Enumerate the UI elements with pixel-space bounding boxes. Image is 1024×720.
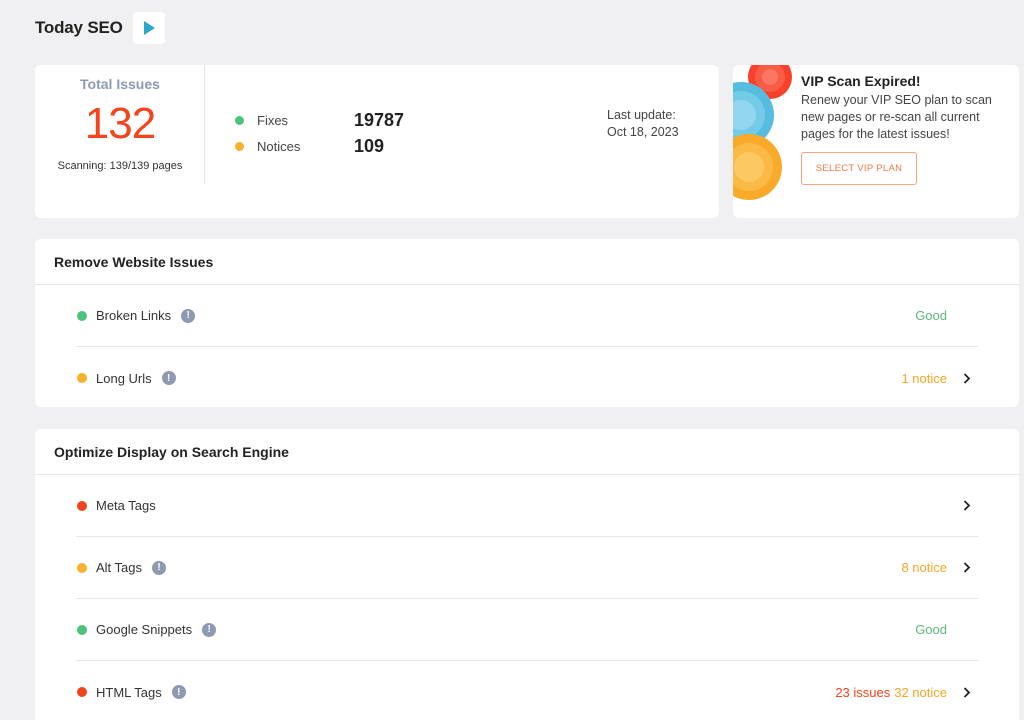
- vip-promo-card: VIP Scan Expired! Renew your VIP SEO pla…: [733, 65, 1019, 218]
- fixes-label: Fixes: [257, 113, 289, 128]
- select-vip-plan-button[interactable]: SELECT VIP PLAN: [801, 152, 917, 185]
- row-html-tags[interactable]: HTML Tags ! 23 issues 32 notice: [76, 661, 978, 720]
- row-broken-links[interactable]: Broken Links ! Good: [76, 285, 978, 347]
- row-status-issues: 23 issues: [835, 684, 891, 700]
- last-update: Last update: Oct 18, 2023: [607, 107, 679, 141]
- play-icon: [143, 21, 155, 35]
- section-optimize-display: Optimize Display on Search Engine Meta T…: [35, 429, 1019, 720]
- row-google-snippets[interactable]: Google Snippets ! Good: [76, 599, 978, 661]
- row-label: Google Snippets: [96, 622, 193, 637]
- promo-title: VIP Scan Expired!: [801, 73, 921, 89]
- status-dot: [77, 562, 87, 573]
- status-dot: [77, 500, 87, 511]
- section-title: Optimize Display on Search Engine: [35, 429, 1019, 475]
- status-dot: [77, 373, 87, 383]
- row-status: 1 notice: [901, 370, 947, 386]
- chevron-right-icon[interactable]: [956, 372, 978, 384]
- status-dot: [77, 687, 87, 697]
- notices-stat: Notices 109: [235, 136, 384, 157]
- chevron-right-icon[interactable]: [956, 500, 978, 511]
- total-issues-label: Total Issues: [80, 76, 160, 92]
- last-update-label: Last update:: [607, 108, 676, 122]
- chevron-right-icon[interactable]: [956, 562, 978, 573]
- row-alt-tags[interactable]: Alt Tags ! 8 notice: [76, 537, 978, 599]
- section-remove-website-issues: Remove Website Issues Broken Links ! Goo…: [35, 239, 1019, 407]
- promo-text: Renew your VIP SEO plan to scan new page…: [801, 93, 992, 141]
- info-icon[interactable]: !: [181, 308, 196, 323]
- row-label: HTML Tags: [96, 684, 162, 700]
- total-issues-block: Total Issues 132 Scanning: 139/139 pages: [35, 65, 205, 184]
- play-button[interactable]: [132, 12, 165, 44]
- row-label: Long Urls: [96, 370, 152, 386]
- info-icon[interactable]: !: [152, 560, 167, 575]
- last-update-date: Oct 18, 2023: [607, 125, 679, 139]
- row-status-notices: 32 notice: [894, 684, 947, 700]
- info-icon[interactable]: !: [161, 371, 176, 385]
- total-issues-value: 132: [84, 99, 156, 148]
- row-meta-tags[interactable]: Meta Tags: [76, 475, 978, 537]
- notices-value: 109: [354, 136, 385, 156]
- fixes-stat: Fixes 19787: [235, 110, 404, 131]
- promo-illustration: [733, 65, 792, 200]
- info-icon[interactable]: !: [171, 685, 186, 699]
- status-dot: [77, 624, 87, 635]
- row-label: Meta Tags: [96, 498, 156, 513]
- row-status: 8 notice: [901, 560, 947, 575]
- stats-card: Total Issues 132 Scanning: 139/139 pages…: [35, 65, 719, 218]
- row-label: Broken Links: [96, 308, 172, 323]
- fixes-dot: [235, 116, 244, 125]
- page-title: Today SEO: [35, 18, 123, 37]
- info-icon[interactable]: !: [202, 622, 217, 637]
- fixes-value: 19787: [354, 110, 405, 130]
- chevron-right-icon[interactable]: [956, 686, 978, 698]
- seo-dashboard: Today SEO Total Issues 132 Scanning: 139…: [0, 0, 1024, 720]
- row-status: Good: [915, 308, 947, 323]
- section-title: Remove Website Issues: [35, 239, 1019, 285]
- row-long-urls[interactable]: Long Urls ! 1 notice: [76, 347, 978, 409]
- page-header: Today SEO: [35, 12, 165, 44]
- row-status: Good: [915, 622, 947, 637]
- status-dot: [77, 310, 87, 321]
- notices-label: Notices: [257, 139, 301, 154]
- scanning-status: Scanning: 139/139 pages: [57, 160, 183, 172]
- row-label: Alt Tags: [96, 560, 143, 575]
- notices-dot: [235, 142, 244, 151]
